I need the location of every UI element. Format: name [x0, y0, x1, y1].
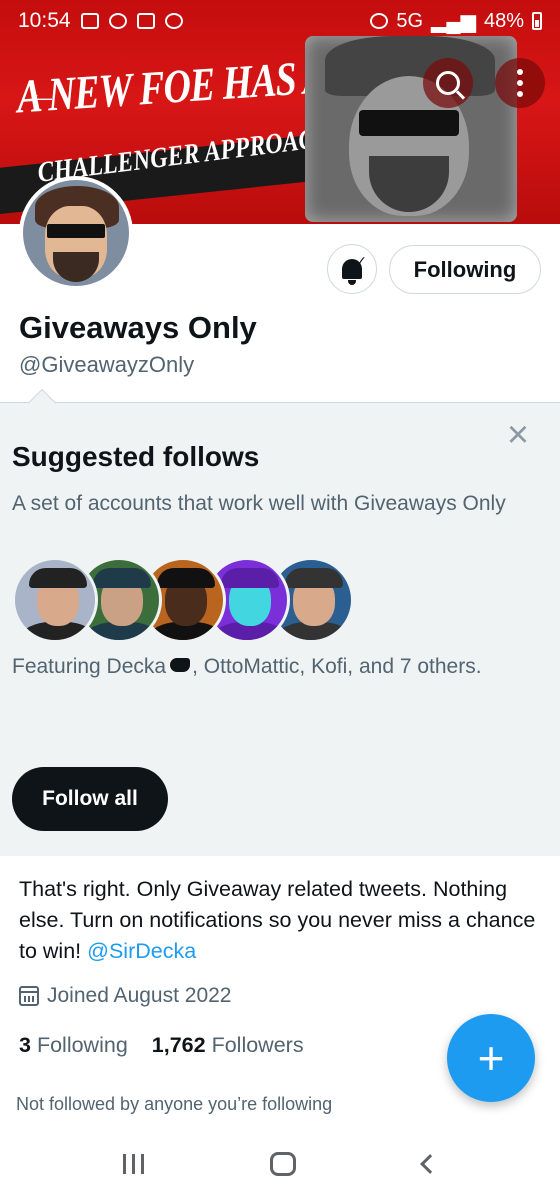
voicemail-icon [80, 13, 99, 29]
more-vertical-icon [517, 69, 523, 97]
more-options-button[interactable] [495, 58, 545, 108]
status-time: 10:54 [18, 9, 71, 32]
signal-icon: ▂▄▆ [431, 10, 476, 33]
suggested-follows-panel: × Suggested follows A set of accounts th… [0, 388, 560, 856]
compose-tweet-button[interactable]: + [447, 1014, 535, 1102]
profile-bio: That's right. Only Giveaway related twee… [19, 874, 539, 967]
back-nav-button[interactable] [419, 1154, 440, 1174]
alarm-icon [370, 13, 389, 29]
panel-caret [27, 388, 57, 418]
featuring-prefix: Featuring Decka [12, 655, 167, 678]
twitter-bird-icon [170, 658, 191, 673]
suggested-avatar-1[interactable] [12, 557, 98, 643]
notification-icon [108, 13, 127, 29]
recents-button[interactable] [123, 1154, 145, 1174]
app-notification-icon [136, 13, 155, 29]
following-label: Following [36, 1033, 128, 1057]
profile-name: Giveaways Only [19, 310, 257, 345]
followers-count: 1,762 [151, 1033, 206, 1057]
home-button[interactable] [270, 1152, 297, 1176]
following-stat[interactable]: 3 Following [19, 1033, 128, 1058]
suggested-follows-description: A set of accounts that work well with Gi… [12, 492, 506, 515]
system-nav-bar [0, 1128, 560, 1200]
plus-icon: + [477, 1032, 505, 1084]
followers-stat[interactable]: 1,762 Followers [152, 1033, 304, 1058]
back-button[interactable]: ← [20, 72, 64, 116]
battery-icon [532, 12, 542, 30]
follow-all-button[interactable]: Follow all [12, 767, 168, 831]
profile-handle: @GiveawayzOnly [19, 352, 195, 377]
joined-text: Joined August 2022 [47, 984, 232, 1007]
search-button[interactable] [423, 58, 473, 108]
battery-percent: 48% [483, 9, 524, 32]
featuring-suffix: , OttoMattic, Kofi, and 7 others. [192, 655, 482, 678]
network-type: 5G [396, 9, 424, 32]
notifications-toggle-button[interactable]: ✓ [327, 244, 377, 294]
close-suggestions-button[interactable]: × [500, 416, 536, 454]
followers-label: Followers [211, 1033, 304, 1057]
cloud-icon [164, 13, 183, 29]
featuring-text: Featuring Decka , OttoMattic, Kofi, and 7… [12, 655, 482, 679]
arrow-left-icon: ← [25, 74, 59, 113]
follow-stats: 3 Following 1,762 Followers [19, 1033, 304, 1058]
banner-artwork [305, 36, 517, 222]
joined-date: Joined August 2022 [19, 984, 232, 1008]
profile-avatar[interactable] [19, 176, 133, 290]
status-bar: 10:54 5G ▂▄▆ 48% [0, 0, 560, 42]
not-followed-notice: Not followed by anyone you’re following [16, 1094, 333, 1114]
search-icon [436, 71, 460, 95]
following-count: 3 [19, 1033, 31, 1057]
calendar-icon [19, 986, 39, 1006]
following-button[interactable]: Following [389, 245, 541, 294]
bio-mention-link[interactable]: @SirDecka [87, 939, 196, 963]
suggested-avatars[interactable] [12, 557, 354, 643]
check-icon: ✓ [355, 253, 367, 269]
suggested-follows-title: Suggested follows [12, 441, 260, 472]
